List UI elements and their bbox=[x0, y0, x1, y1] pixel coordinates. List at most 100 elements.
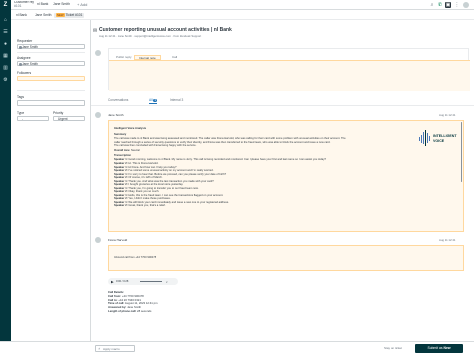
lightning-icon: ⚡ bbox=[98, 347, 101, 351]
followers-field[interactable] bbox=[17, 76, 85, 81]
line-label: Summary bbox=[114, 133, 127, 136]
product-nav: Z ⌂ ☰ ● ▦ ▥ ⚙ bbox=[0, 0, 11, 355]
requester-label: Requester bbox=[17, 39, 33, 43]
line-label: Intelligent Voice Analysis bbox=[114, 127, 147, 130]
conversation-pane: ✉ Customer reporting unusual account act… bbox=[91, 20, 474, 341]
top-bar: Customer reporting... #101 nl Bank Jane … bbox=[11, 0, 474, 10]
zendesk-logo[interactable]: Z bbox=[2, 2, 9, 8]
ticket-properties-panel: Requester Jane Smith Assignee Jane Smith… bbox=[11, 20, 91, 341]
line-text: Good morning, welcome to nl Bank. My nam… bbox=[127, 158, 327, 161]
message-author[interactable]: Jane Smith bbox=[108, 113, 123, 117]
internal-note: INTELLIGENT VOICE Intelligent Voice Anal… bbox=[108, 120, 464, 232]
audio-player[interactable]: ▶ 0:00 / 0:28 ♪ bbox=[108, 278, 178, 285]
admin-icon[interactable]: ⚙ bbox=[2, 78, 9, 83]
filter-all[interactable]: All 3 bbox=[149, 98, 157, 104]
ticket-meta: Aug 11 12:41 · Jane Smith · support@inte… bbox=[99, 33, 202, 38]
status-badge: NEW bbox=[56, 12, 65, 17]
type-select[interactable]: - bbox=[17, 116, 49, 121]
author-avatar bbox=[95, 112, 101, 118]
avatar-icon bbox=[19, 46, 22, 49]
line-label: Speaker 2: bbox=[114, 204, 128, 207]
macro-label: Apply macro bbox=[103, 347, 120, 351]
profile-icon[interactable] bbox=[463, 2, 469, 8]
breadcrumb-org[interactable]: nl Bank bbox=[14, 13, 29, 18]
requester-value: Jane Smith bbox=[22, 45, 38, 49]
transcript-line: Speaker 2: Great, thank you, that's a re… bbox=[114, 204, 459, 207]
volume-icon[interactable]: ♪ bbox=[166, 280, 168, 284]
status-bar bbox=[0, 341, 91, 355]
tab-ticket-101[interactable]: Customer reporting... #101 bbox=[14, 1, 34, 9]
avatar-icon bbox=[19, 63, 22, 66]
scrollbar[interactable] bbox=[460, 122, 462, 182]
call-detail-row: Length of phone call: 28 seconds bbox=[108, 309, 151, 313]
type-label: Type bbox=[17, 111, 25, 115]
apps-grid-icon[interactable]: ⋮ bbox=[454, 2, 460, 8]
filter-all-label: All bbox=[149, 98, 153, 102]
divider bbox=[17, 52, 85, 53]
message-author[interactable]: Fiona Harvold bbox=[108, 238, 127, 242]
divider bbox=[17, 90, 85, 91]
transcript-line: The call was then concluded with Fiona b… bbox=[114, 144, 459, 147]
audio-progress[interactable] bbox=[140, 281, 162, 282]
assignee-field[interactable]: Jane Smith bbox=[17, 61, 85, 66]
breadcrumb-ticket-label: Ticket #101 bbox=[65, 12, 83, 17]
internal-note: Inbound call from +44 7700 900478 bbox=[108, 245, 464, 271]
requester-field[interactable]: Jane Smith bbox=[17, 44, 85, 49]
followers-label: Followers bbox=[17, 71, 32, 75]
transcript-line: Overall tone: Neutral bbox=[114, 149, 459, 152]
tags-label: Tags bbox=[17, 95, 24, 99]
agent-avatar bbox=[95, 50, 101, 56]
play-icon[interactable]: ▶ bbox=[111, 280, 114, 284]
breadcrumb: nl Bank Jane Smith NEW Ticket #101 bbox=[11, 10, 474, 20]
transcript-line: Transcription bbox=[114, 154, 459, 157]
author-avatar bbox=[95, 237, 101, 243]
conversations-icon[interactable]: ▣ bbox=[445, 2, 451, 8]
submit-button[interactable]: Submit as New bbox=[415, 344, 463, 353]
submit-prefix: Submit as bbox=[427, 346, 443, 350]
assignee-label: Assignee bbox=[17, 56, 31, 60]
message-time: Aug 11 12:41 bbox=[439, 113, 456, 117]
add-tab-button[interactable]: + Add bbox=[77, 2, 87, 7]
reporting-icon[interactable]: ▥ bbox=[2, 66, 9, 71]
tab-label: Jane Smith bbox=[53, 2, 70, 6]
submit-status: New bbox=[443, 346, 451, 350]
tab-subtitle: #101 bbox=[14, 3, 22, 8]
detail-label: Length of phone call: bbox=[108, 309, 137, 313]
detail-value: 28 seconds bbox=[136, 309, 152, 313]
conversations-label: Conversations bbox=[108, 98, 129, 102]
audio-time: 0:00 / 0:28 bbox=[116, 279, 129, 283]
views-icon[interactable]: ☰ bbox=[2, 30, 9, 35]
filter-internal[interactable]: Internal 3 bbox=[170, 98, 183, 103]
assignee-value: Jane Smith bbox=[22, 62, 38, 66]
phone-icon[interactable]: ✆ bbox=[437, 2, 443, 8]
apply-macro-button[interactable]: ⚡ Apply macro bbox=[95, 345, 135, 352]
composer-textarea[interactable] bbox=[109, 60, 470, 91]
composer: Public reply Internal note Call bbox=[108, 48, 470, 91]
priority-select[interactable]: Urgent bbox=[53, 116, 85, 121]
conversation-filter-bar: Conversations All 3 Internal 3 bbox=[91, 96, 474, 106]
line-label: Transcription bbox=[114, 154, 132, 157]
line-text: Great, thank you, that's a relief. bbox=[127, 204, 166, 207]
home-icon[interactable]: ⌂ bbox=[2, 18, 9, 23]
line-label: Overall tone bbox=[114, 149, 130, 152]
line-label: Speaker 1: bbox=[114, 158, 128, 161]
breadcrumb-requester[interactable]: Jane Smith bbox=[33, 13, 54, 18]
stay-on-ticket-select[interactable]: Stay on ticket bbox=[384, 346, 402, 350]
bottom-bar: ⚡ Apply macro Stay on ticket Submit as Ne… bbox=[91, 341, 474, 355]
message-time: Aug 11 12:41 bbox=[439, 238, 456, 242]
tags-field[interactable] bbox=[17, 100, 85, 106]
note-text: Inbound call from +44 7700 900478 bbox=[114, 256, 157, 259]
transcript-line: Intelligent Voice Analysis bbox=[114, 127, 404, 130]
transcript-line: Speaker 1: Good morning, welcome to nl B… bbox=[114, 158, 459, 161]
filter-internal-label: Internal bbox=[170, 98, 181, 102]
ticket-channel-icon: ✉ bbox=[93, 28, 98, 34]
line-text: : Neutral bbox=[129, 149, 140, 152]
breadcrumb-ticket[interactable]: NEW Ticket #101 bbox=[54, 12, 85, 18]
ticket-title[interactable]: Customer reporting unusual account activ… bbox=[99, 27, 232, 33]
priority-label: Priority bbox=[53, 111, 64, 115]
customers-icon[interactable]: ● bbox=[2, 42, 9, 47]
tab-label: nl Bank bbox=[37, 2, 49, 6]
search-icon[interactable]: ⌕ bbox=[429, 2, 435, 8]
organizations-icon[interactable]: ▦ bbox=[2, 54, 9, 59]
filter-all-count: 3 bbox=[153, 99, 157, 103]
